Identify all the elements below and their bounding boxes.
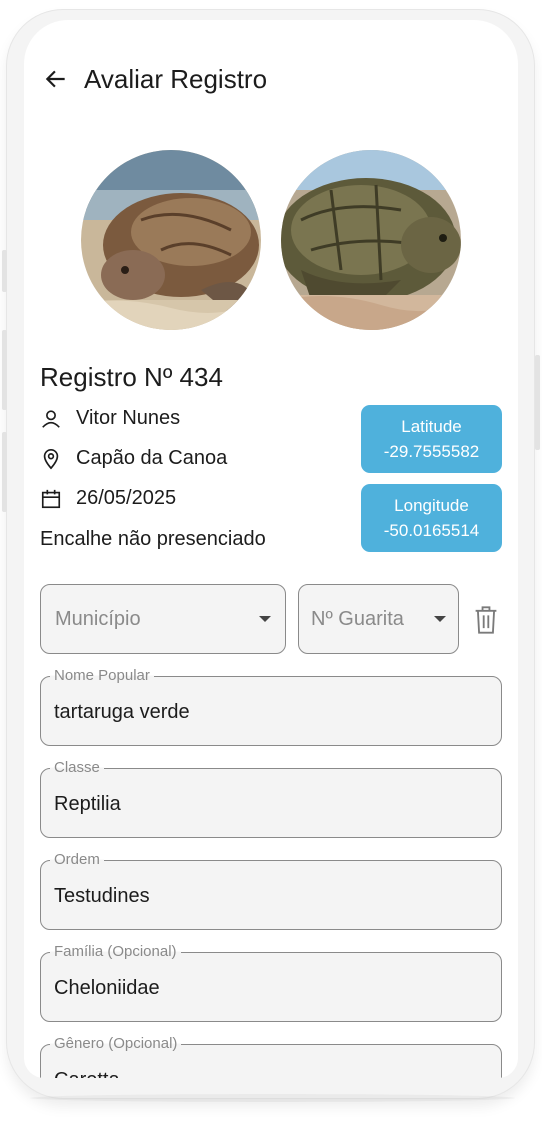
turtle-photo-2[interactable] <box>281 150 461 330</box>
field-label: Classe <box>50 759 104 776</box>
field-value: Caretta <box>54 1069 120 1078</box>
arrow-left-icon <box>45 70 65 88</box>
record-location: Capão da Canoa <box>76 447 228 469</box>
record-status: Encalhe não presenciado <box>40 528 266 550</box>
latitude-badge: Latitude -29.7555582 <box>361 405 502 473</box>
page-title: Avaliar Registro <box>84 64 268 94</box>
side-button <box>2 330 7 410</box>
field-value: Testudines <box>54 885 150 907</box>
nome-popular-field[interactable]: Nome Popular tartaruga verde <box>40 667 502 746</box>
longitude-value: -50.0165514 <box>383 521 480 540</box>
user-row: Vitor Nunes <box>40 407 180 430</box>
genero-field[interactable]: Gênero (Opcional) Caretta <box>40 1035 502 1078</box>
record-date: 26/05/2025 <box>76 487 177 509</box>
frame-shadow <box>30 1094 515 1102</box>
record-user: Vitor Nunes <box>76 407 181 429</box>
municipio-dropdown[interactable]: Município <box>40 584 286 654</box>
side-button <box>2 432 7 512</box>
familia-field[interactable]: Família (Opcional) Cheloniidae <box>40 943 502 1022</box>
side-button <box>2 250 7 292</box>
field-value: tartaruga verde <box>54 701 190 723</box>
app-screen: Avaliar Registro Registro Nº 434 Vitor N… <box>24 20 518 1078</box>
location-row: Capão da Canoa <box>40 447 227 470</box>
dropdown-arrow-icon <box>434 616 446 622</box>
delete-button[interactable] <box>472 605 500 635</box>
dropdown-arrow-icon <box>259 616 271 622</box>
latitude-value: -29.7555582 <box>383 442 480 461</box>
municipio-placeholder: Município <box>55 607 141 630</box>
field-label: Ordem <box>50 851 104 868</box>
longitude-badge: Longitude -50.0165514 <box>361 484 502 552</box>
back-button[interactable] <box>40 60 72 98</box>
field-value: Reptilia <box>54 793 121 815</box>
field-value: Cheloniidae <box>54 977 160 999</box>
date-row: 26/05/2025 <box>40 487 176 510</box>
person-icon <box>40 408 62 430</box>
guarita-dropdown[interactable]: Nº Guarita <box>298 584 459 654</box>
field-label: Família (Opcional) <box>50 943 181 960</box>
field-label: Gênero (Opcional) <box>50 1035 182 1052</box>
guarita-placeholder: Nº Guarita <box>311 607 404 630</box>
classe-field[interactable]: Classe Reptilia <box>40 759 502 838</box>
location-pin-icon <box>40 448 62 470</box>
app-bar: Avaliar Registro <box>24 60 518 100</box>
trash-icon <box>475 606 497 634</box>
side-button <box>535 355 540 450</box>
field-label: Nome Popular <box>50 667 154 684</box>
calendar-icon <box>40 488 62 510</box>
turtle-photo-1[interactable] <box>81 150 261 330</box>
ordem-field[interactable]: Ordem Testudines <box>40 851 502 930</box>
latitude-label: Latitude <box>401 417 462 436</box>
longitude-label: Longitude <box>394 496 469 515</box>
record-title: Registro Nº 434 <box>40 362 223 392</box>
